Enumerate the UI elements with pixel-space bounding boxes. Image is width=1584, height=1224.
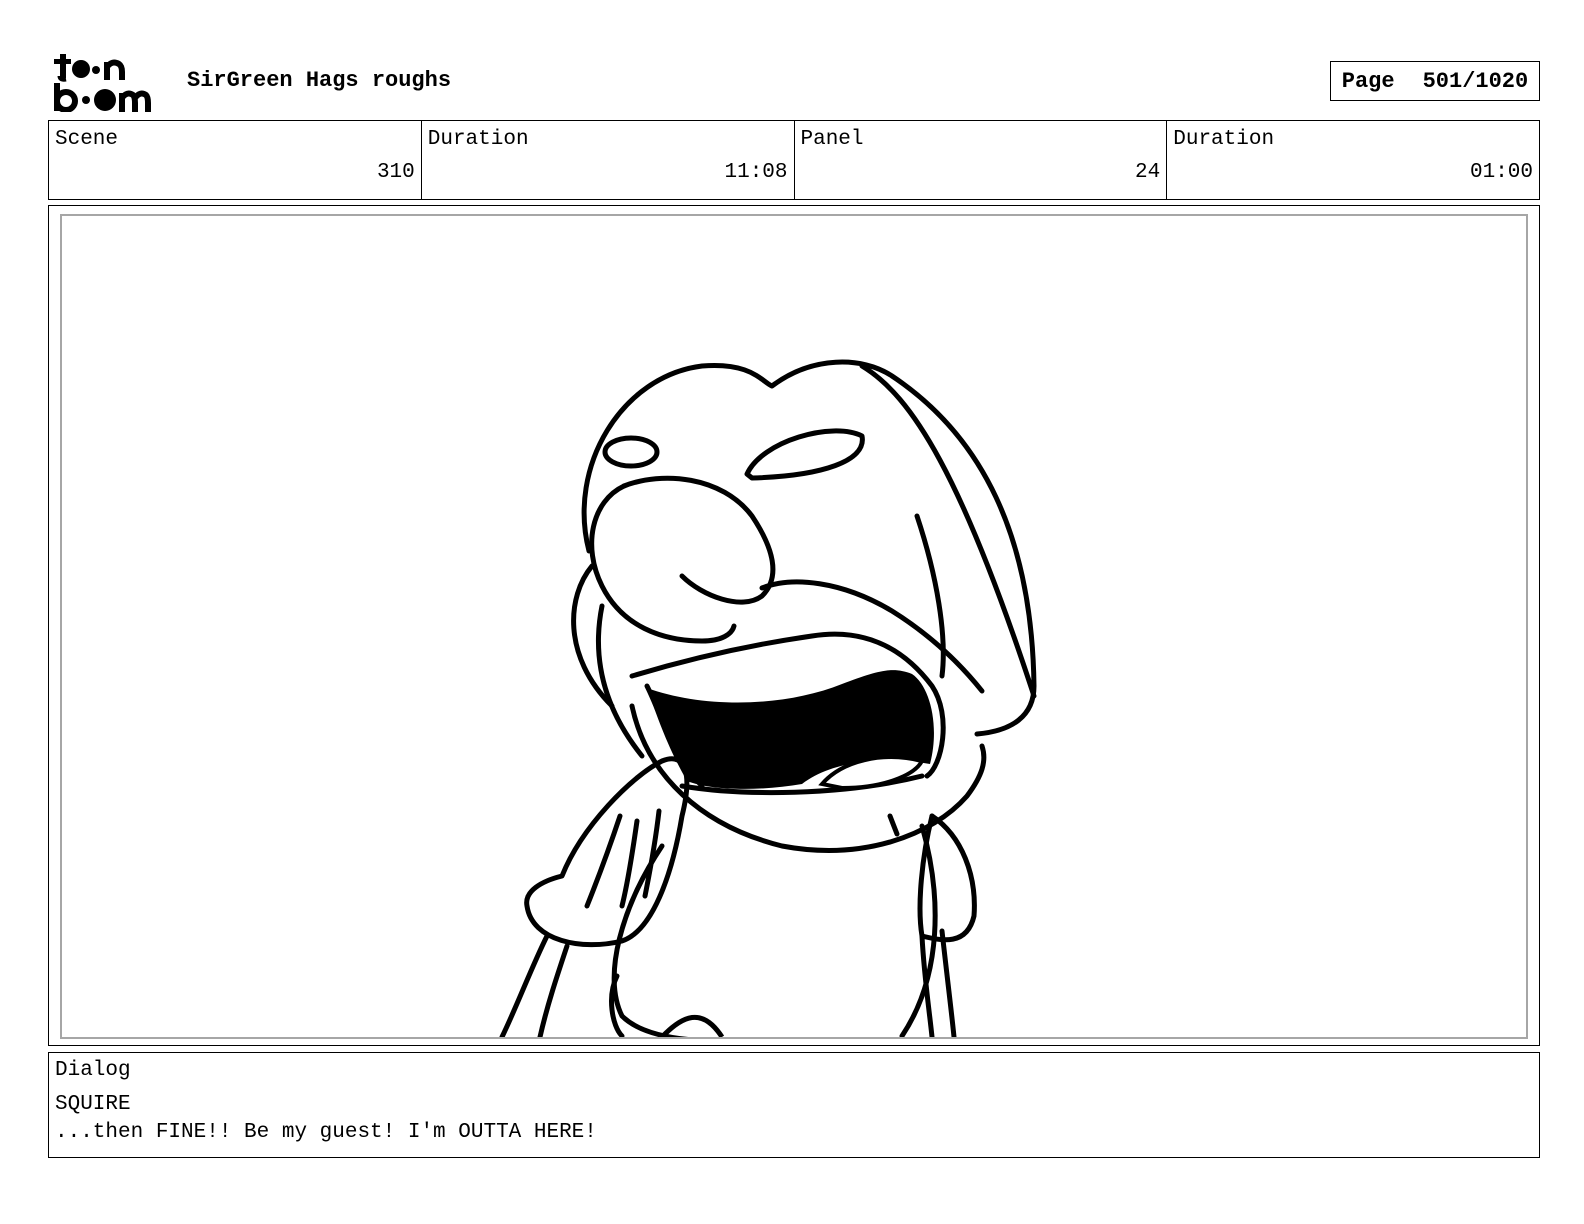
storyboard-title: SirGreen Hags roughs bbox=[187, 68, 452, 93]
dialog-speaker: SQUIRE bbox=[55, 1093, 131, 1116]
snout bbox=[621, 475, 776, 605]
toon-boom-logo bbox=[50, 50, 166, 112]
dialog-label: Dialog bbox=[55, 1059, 131, 1082]
scene-duration-label: Duration bbox=[427, 128, 529, 151]
page-number: 501/1020 bbox=[1422, 68, 1529, 94]
page-label: Page bbox=[1341, 68, 1395, 94]
panel-duration-label: Duration bbox=[1173, 128, 1275, 151]
logo-icon bbox=[54, 54, 151, 112]
panel-label: Panel bbox=[800, 128, 864, 151]
scene-value: 310 bbox=[376, 161, 415, 184]
dialog-line: ...then FINE!! Be my guest! I'm OUTTA HE… bbox=[55, 1121, 597, 1144]
scene-duration-value: 11:08 bbox=[724, 161, 788, 184]
panel-duration-value: 01:00 bbox=[1469, 161, 1533, 184]
eye bbox=[744, 428, 865, 481]
scene-cell: Scene 310 bbox=[49, 121, 422, 199]
dialog-box: Dialog SQUIRE ...then FINE!! Be my guest… bbox=[48, 1052, 1540, 1158]
storyboard-panel-image bbox=[60, 214, 1528, 1039]
panel-value: 24 bbox=[1135, 161, 1161, 184]
head-outline bbox=[581, 359, 1037, 737]
page-indicator: Page 501/1020 bbox=[1330, 61, 1540, 101]
scene-duration-cell: Duration 11:08 bbox=[422, 121, 795, 199]
storyboard-panel-frame bbox=[48, 205, 1540, 1046]
scene-label: Scene bbox=[55, 128, 119, 151]
character-sketch-drawing bbox=[499, 359, 1037, 1037]
panel-duration-cell: Duration 01:00 bbox=[1167, 121, 1539, 199]
panel-info-row: Scene 310 Duration 11:08 Panel 24 Durati… bbox=[48, 120, 1540, 200]
panel-cell: Panel 24 bbox=[795, 121, 1168, 199]
